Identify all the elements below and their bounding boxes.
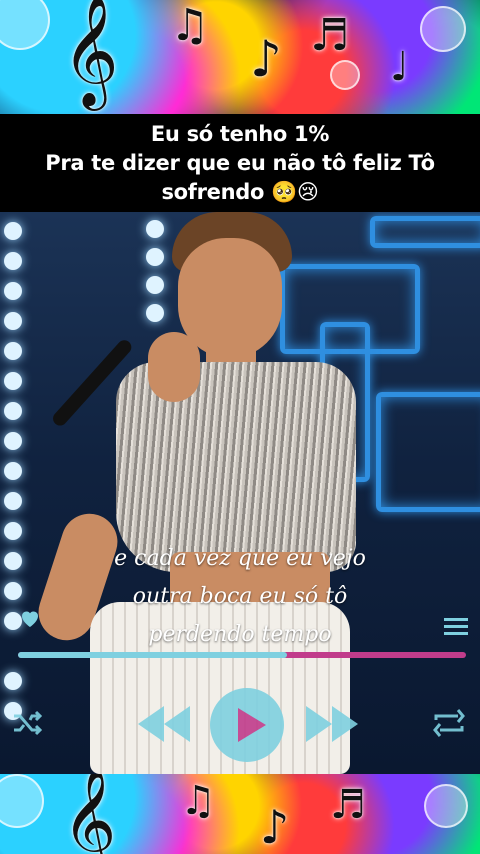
- music-note-icon: ♪: [250, 30, 282, 88]
- shuffle-icon[interactable]: [12, 710, 43, 736]
- repeat-icon[interactable]: [432, 708, 466, 738]
- title-line-1: Eu só tenho 1%: [150, 122, 330, 146]
- treble-clef-icon: 𝄞: [62, 0, 119, 106]
- music-note-icon: ♬: [330, 782, 366, 828]
- rewind-icon[interactable]: [136, 704, 192, 744]
- title-line-3: sofrendo 🥺😢: [161, 180, 319, 204]
- bottom-music-banner: 𝄞 ♫ ♪ ♬: [0, 774, 480, 854]
- sparkly-top: [116, 362, 356, 572]
- heart-icon[interactable]: [18, 606, 42, 630]
- hand: [148, 332, 200, 402]
- title-line-2: Pra te dizer que eu não tô feliz Tô: [45, 151, 435, 175]
- music-note-icon: ♪: [260, 800, 290, 854]
- top-music-banner: 𝄞 ♫ ♪ ♬ ♩: [0, 0, 480, 114]
- bubble-decoration: [424, 784, 468, 828]
- menu-icon[interactable]: [444, 616, 468, 638]
- stage-lights-left: [0, 212, 26, 774]
- bubble-decoration: [0, 0, 50, 50]
- neon-panel: [376, 392, 480, 512]
- play-button[interactable]: [208, 686, 286, 764]
- treble-clef-icon: 𝄞: [62, 774, 117, 854]
- fast-forward-icon[interactable]: [304, 704, 360, 744]
- music-note-icon: ♩: [390, 44, 409, 90]
- lyric-line-3: perdendo tempo: [148, 622, 332, 647]
- lyric-line-2: outra boca eu só tô: [132, 584, 348, 609]
- bubble-decoration: [330, 60, 360, 90]
- music-note-icon: ♫: [180, 778, 216, 824]
- bubble-decoration: [0, 774, 44, 828]
- music-note-icon: ♫: [170, 0, 210, 51]
- lyric-line-1: e cada vez que eu vejo: [114, 546, 366, 571]
- bubble-decoration: [420, 6, 466, 52]
- progress-fill: [18, 652, 287, 658]
- music-note-icon: ♬: [310, 10, 350, 61]
- title-bar: Eu só tenho 1% Pra te dizer que eu não t…: [0, 114, 480, 212]
